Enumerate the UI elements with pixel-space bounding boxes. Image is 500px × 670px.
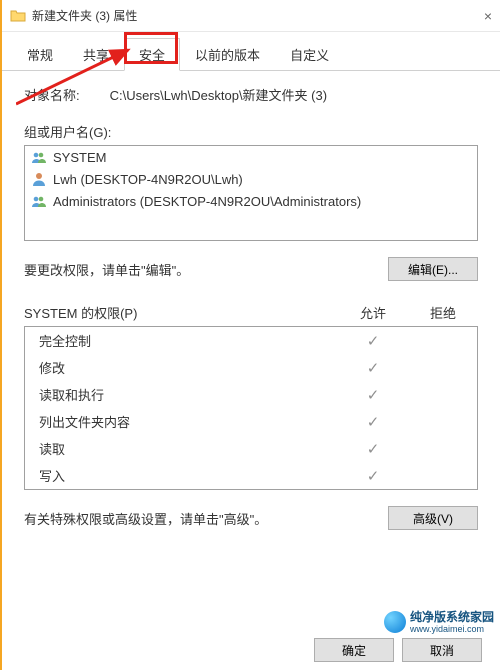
permission-name: 写入 <box>33 466 341 485</box>
list-item-label: SYSTEM <box>53 150 106 165</box>
cancel-button[interactable]: 取消 <box>402 638 482 662</box>
perm-header-name: SYSTEM 的权限(P) <box>24 303 338 322</box>
user-icon <box>31 171 47 187</box>
allow-check-icon: ✓ <box>341 332 405 350</box>
permissions-listbox: 完全控制✓修改✓读取和执行✓列出文件夹内容✓读取✓写入✓ <box>24 326 478 490</box>
group-icon <box>31 149 47 165</box>
permission-row: 读取✓ <box>25 435 477 462</box>
list-item[interactable]: Administrators (DESKTOP-4N9R2OU\Administ… <box>25 190 477 212</box>
advanced-hint: 有关特殊权限或高级设置，请单击"高级"。 <box>24 509 267 528</box>
permission-row: 写入✓ <box>25 462 477 489</box>
watermark-icon <box>384 611 406 633</box>
titlebar: 新建文件夹 (3) 属性 × <box>2 0 500 32</box>
list-item[interactable]: SYSTEM <box>25 146 477 168</box>
watermark-url: www.yidaimei.com <box>410 624 494 634</box>
dialog-footer: 确定 取消 <box>314 638 482 662</box>
tab-security[interactable]: 安全 <box>124 38 180 71</box>
permission-row: 列出文件夹内容✓ <box>25 408 477 435</box>
allow-check-icon: ✓ <box>341 413 405 431</box>
close-button[interactable]: × <box>452 8 492 24</box>
advanced-button[interactable]: 高级(V) <box>388 506 478 530</box>
permission-name: 修改 <box>33 358 341 377</box>
perm-header-allow: 允许 <box>338 303 408 322</box>
tab-previous[interactable]: 以前的版本 <box>180 38 275 70</box>
list-item[interactable]: Lwh (DESKTOP-4N9R2OU\Lwh) <box>25 168 477 190</box>
permission-row: 完全控制✓ <box>25 327 477 354</box>
group-icon <box>31 193 47 209</box>
tab-sharing[interactable]: 共享 <box>68 38 124 70</box>
ok-button[interactable]: 确定 <box>314 638 394 662</box>
list-item-label: Lwh (DESKTOP-4N9R2OU\Lwh) <box>53 172 243 187</box>
permission-name: 完全控制 <box>33 331 341 350</box>
allow-check-icon: ✓ <box>341 359 405 377</box>
object-label: 对象名称: <box>24 85 80 104</box>
permission-row: 读取和执行✓ <box>25 381 477 408</box>
permission-name: 读取 <box>33 439 341 458</box>
allow-check-icon: ✓ <box>341 467 405 485</box>
groups-listbox[interactable]: SYSTEM Lwh (DESKTOP-4N9R2OU\Lwh) Administr… <box>24 145 478 241</box>
allow-check-icon: ✓ <box>341 386 405 404</box>
watermark: 纯净版系统家园 www.yidaimei.com <box>384 611 494 634</box>
tabs: 常规 共享 安全 以前的版本 自定义 <box>2 32 500 71</box>
edit-button[interactable]: 编辑(E)... <box>388 257 478 281</box>
window-title: 新建文件夹 (3) 属性 <box>32 7 452 24</box>
groups-label: 组或用户名(G): <box>24 122 478 141</box>
permission-name: 读取和执行 <box>33 385 341 404</box>
watermark-name: 纯净版系统家园 <box>410 611 494 624</box>
tab-general[interactable]: 常规 <box>12 38 68 70</box>
tab-custom[interactable]: 自定义 <box>275 38 344 70</box>
perm-header-deny: 拒绝 <box>408 303 478 322</box>
permission-name: 列出文件夹内容 <box>33 412 341 431</box>
edit-hint: 要更改权限，请单击"编辑"。 <box>24 260 189 279</box>
list-item-label: Administrators (DESKTOP-4N9R2OU\Administ… <box>53 194 361 209</box>
permission-row: 修改✓ <box>25 354 477 381</box>
object-path: C:\Users\Lwh\Desktop\新建文件夹 (3) <box>110 85 327 104</box>
folder-icon <box>10 8 26 24</box>
allow-check-icon: ✓ <box>341 440 405 458</box>
